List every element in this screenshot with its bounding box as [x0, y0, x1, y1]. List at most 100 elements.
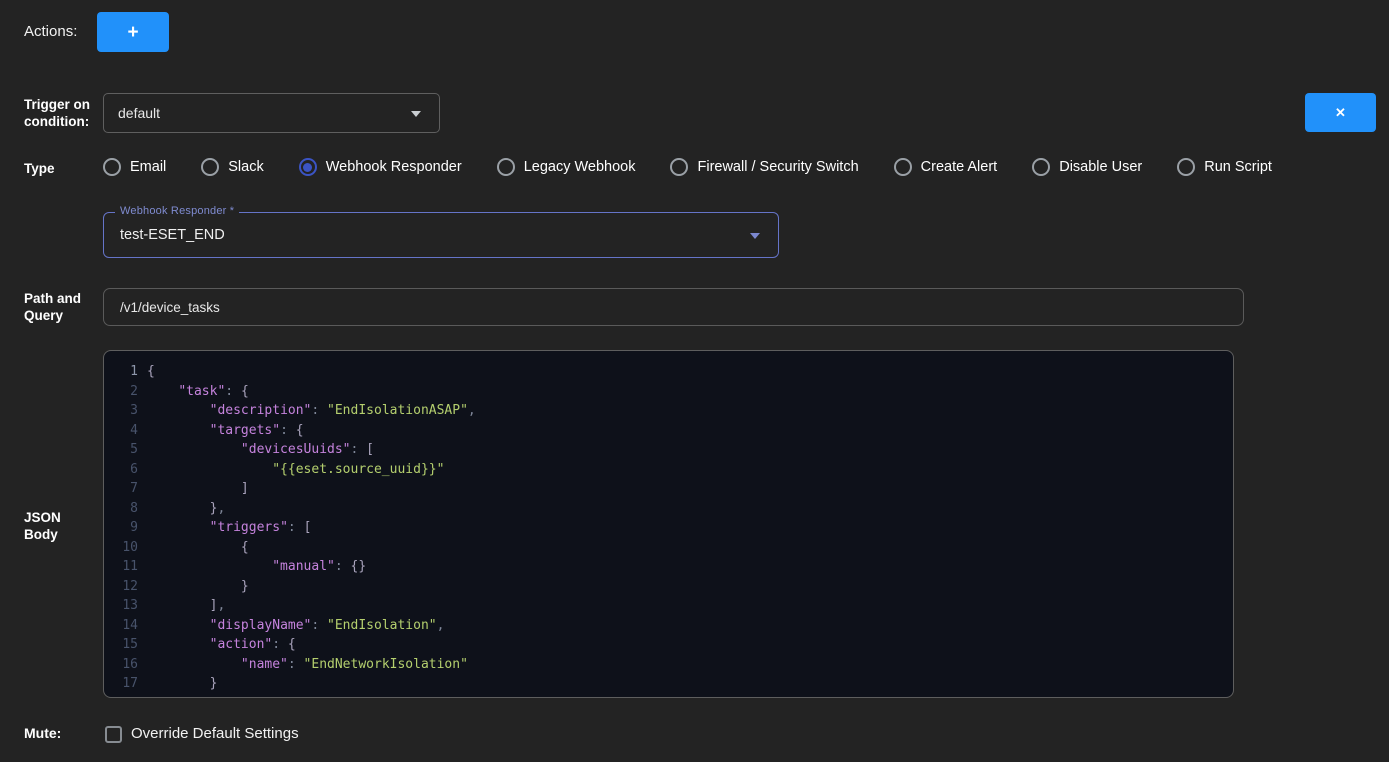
radio-option-label: Create Alert [921, 159, 998, 175]
code-line-content: ], [138, 596, 225, 616]
line-number: 4 [104, 421, 138, 441]
radio-option-label: Email [130, 159, 166, 175]
radio-option-label: Slack [228, 159, 263, 175]
close-icon: ✕ [1335, 106, 1346, 119]
path-query-input[interactable] [103, 288, 1244, 326]
line-number: 7 [104, 479, 138, 499]
radio-button-icon[interactable] [497, 158, 515, 176]
code-line-content: "devicesUuids": [ [138, 440, 374, 460]
code-line-content: { [138, 362, 155, 382]
json-body-label: JSON Body [24, 509, 74, 543]
line-number: 14 [104, 616, 138, 636]
line-number: 11 [104, 557, 138, 577]
line-number: 8 [104, 499, 138, 519]
type-option-webhook-responder[interactable]: Webhook Responder [299, 158, 462, 176]
action-configuration-panel: Actions: + Trigger on condition: default… [0, 0, 1389, 762]
code-line: 5 "devicesUuids": [ [104, 440, 1233, 460]
code-line-content: "manual": {} [138, 557, 366, 577]
code-line: 13 ], [104, 596, 1233, 616]
line-number: 13 [104, 596, 138, 616]
line-number: 10 [104, 538, 138, 558]
code-line: 7 ] [104, 479, 1233, 499]
code-line-content: "targets": { [138, 421, 304, 441]
code-line: 16 "name": "EndNetworkIsolation" [104, 655, 1233, 675]
code-line: 3 "description": "EndIsolationASAP", [104, 401, 1233, 421]
type-option-slack[interactable]: Slack [201, 158, 263, 176]
line-number: 12 [104, 577, 138, 597]
radio-button-icon[interactable] [103, 158, 121, 176]
chevron-down-icon [750, 233, 760, 239]
code-line-content: }, [138, 499, 225, 519]
trigger-condition-label: Trigger on condition: [24, 96, 96, 130]
code-line-content: }, [138, 694, 194, 699]
path-query-label: Path and Query [24, 290, 94, 324]
radio-button-icon[interactable] [894, 158, 912, 176]
radio-button-icon[interactable] [201, 158, 219, 176]
type-option-disable-user[interactable]: Disable User [1032, 158, 1142, 176]
code-line: 2 "task": { [104, 382, 1233, 402]
code-line: 18 }, [104, 694, 1233, 699]
webhook-responder-field-label: Webhook Responder * [115, 205, 239, 217]
code-line: 1{ [104, 362, 1233, 382]
override-default-settings-checkbox[interactable] [105, 726, 122, 743]
code-line-content: } [138, 577, 249, 597]
radio-option-label: Run Script [1204, 159, 1272, 175]
radio-button-icon[interactable] [1032, 158, 1050, 176]
code-line-content: ] [138, 479, 249, 499]
radio-button-icon[interactable] [670, 158, 688, 176]
code-line: 11 "manual": {} [104, 557, 1233, 577]
code-line: 14 "displayName": "EndIsolation", [104, 616, 1233, 636]
trigger-condition-value: default [104, 105, 160, 121]
line-number: 18 [104, 694, 138, 699]
override-default-settings-label: Override Default Settings [131, 725, 299, 742]
radio-option-label: Webhook Responder [326, 159, 462, 175]
radio-option-label: Disable User [1059, 159, 1142, 175]
chevron-down-icon [411, 111, 421, 117]
type-radio-group: Email Slack Webhook Responder Legacy Webhoo… [103, 158, 1272, 176]
code-line: 12 } [104, 577, 1233, 597]
code-line: 15 "action": { [104, 635, 1233, 655]
add-action-button[interactable]: + [97, 12, 169, 52]
code-line: 17 } [104, 674, 1233, 694]
type-option-firewall-security-switch[interactable]: Firewall / Security Switch [670, 158, 858, 176]
code-line-content: "triggers": [ [138, 518, 311, 538]
code-line-content: "action": { [138, 635, 296, 655]
line-number: 1 [104, 362, 138, 382]
line-number: 16 [104, 655, 138, 675]
remove-action-button[interactable]: ✕ [1305, 93, 1376, 132]
type-option-legacy-webhook[interactable]: Legacy Webhook [497, 158, 636, 176]
radio-option-label: Firewall / Security Switch [697, 159, 858, 175]
code-line: 10 { [104, 538, 1233, 558]
line-number: 2 [104, 382, 138, 402]
json-body-editor[interactable]: 1{2 "task": {3 "description": "EndIsolat… [103, 350, 1234, 698]
line-number: 3 [104, 401, 138, 421]
mute-label: Mute: [24, 725, 61, 742]
code-line: 8 }, [104, 499, 1233, 519]
code-line-content: "displayName": "EndIsolation", [138, 616, 444, 636]
line-number: 5 [104, 440, 138, 460]
type-label: Type [24, 160, 55, 177]
line-number: 9 [104, 518, 138, 538]
radio-button-icon[interactable] [1177, 158, 1195, 176]
radio-option-label: Legacy Webhook [524, 159, 636, 175]
code-line-content: "name": "EndNetworkIsolation" [138, 655, 468, 675]
code-line-content: } [138, 674, 217, 694]
code-line: 6 "{{eset.source_uuid}}" [104, 460, 1233, 480]
type-option-email[interactable]: Email [103, 158, 166, 176]
plus-icon: + [127, 23, 138, 42]
code-line: 4 "targets": { [104, 421, 1233, 441]
type-option-run-script[interactable]: Run Script [1177, 158, 1272, 176]
actions-label: Actions: [24, 23, 77, 40]
code-line-content: "description": "EndIsolationASAP", [138, 401, 476, 421]
code-line-content: "task": { [138, 382, 249, 402]
trigger-condition-select[interactable]: default [103, 93, 440, 133]
radio-button-icon[interactable] [299, 158, 317, 176]
line-number: 6 [104, 460, 138, 480]
code-line: 9 "triggers": [ [104, 518, 1233, 538]
line-number: 15 [104, 635, 138, 655]
code-line-content: { [138, 538, 249, 558]
webhook-responder-select[interactable]: Webhook Responder * test-ESET_END [103, 212, 779, 258]
code-line-content: "{{eset.source_uuid}}" [138, 460, 444, 480]
webhook-responder-value: test-ESET_END [104, 227, 225, 243]
type-option-create-alert[interactable]: Create Alert [894, 158, 998, 176]
